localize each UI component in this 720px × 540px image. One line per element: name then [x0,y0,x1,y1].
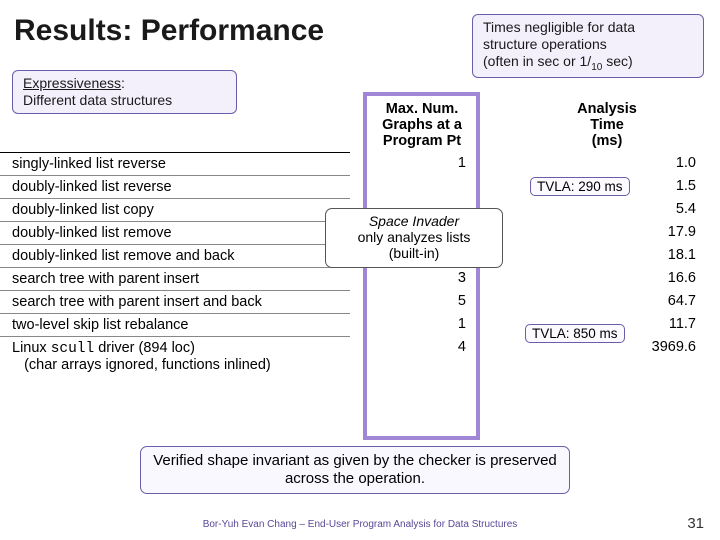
table-cell [350,175,490,198]
th-t2: Time [590,117,624,133]
verified-callout: Verified shape invariant as given by the… [140,446,570,494]
th-g3: Program Pt [383,133,461,149]
table-row: search tree with parent insert and back [0,290,350,313]
th-t1: Analysis [577,101,637,117]
times-l1: Times negligible for data [483,19,635,35]
footer-text: Bor-Yuh Evan Chang – End-User Program An… [0,519,720,530]
table-cell: 3 [350,267,490,290]
th-time: Analysis Time (ms) [490,98,720,152]
table-cell: 64.7 [490,290,720,313]
table-row: doubly-linked list copy [0,198,350,221]
th-g2: Graphs at a [382,117,462,133]
table-cell: 17.9 [490,221,720,244]
table-cell: 18.1 [490,244,720,267]
times-l3d: 10 [591,61,602,72]
lastrow-a: Linux [12,340,51,356]
table-cell: 1 [350,313,490,336]
times-l3e: sec) [602,53,632,69]
table-row: Linux scull driver (894 loc) (char array… [0,336,350,376]
lastrow-c: driver (894 loc) [94,340,195,356]
table-cell: 1 [350,152,490,175]
table-row: doubly-linked list remove and back [0,244,350,267]
expr-body: Different data structures [23,92,172,108]
expr-head: Expressiveness [23,75,121,91]
page-number: 31 [687,515,704,532]
table-row: search tree with parent insert [0,267,350,290]
invader-l2a: only analyzes lists [358,229,471,245]
tvla-callout-1: TVLA: 290 ms [530,177,630,196]
lastrow-d: (char arrays ignored, functions inlined) [24,357,271,373]
th-t3: (ms) [592,133,623,149]
lastrow-b: scull [51,341,95,357]
expressiveness-callout: Expressiveness: Different data structure… [12,70,237,114]
space-invader-callout: Space Invader only analyzes lists (built… [325,208,503,268]
table-cell: 16.6 [490,267,720,290]
expr-colon: : [121,75,125,91]
table-cell: 4 [350,336,490,376]
invader-l2b: (built-in) [389,245,440,261]
times-callout: Times negligible for data structure oper… [472,14,704,78]
table-row: doubly-linked list reverse [0,175,350,198]
th-graphs: Max. Num. Graphs at a Program Pt [350,98,490,152]
times-l3a: (often in sec or [483,53,580,69]
invader-l1: Space Invader [369,213,459,229]
table-cell: 1.0 [490,152,720,175]
table-row: two-level skip list rebalance [0,313,350,336]
th-g1: Max. Num. [386,101,459,117]
times-l2: structure operations [483,36,607,52]
table-row: doubly-linked list remove [0,221,350,244]
table-row: singly-linked list reverse [0,152,350,175]
tvla-callout-2: TVLA: 850 ms [525,324,625,343]
table-cell: 5.4 [490,198,720,221]
table-cell: 5 [350,290,490,313]
